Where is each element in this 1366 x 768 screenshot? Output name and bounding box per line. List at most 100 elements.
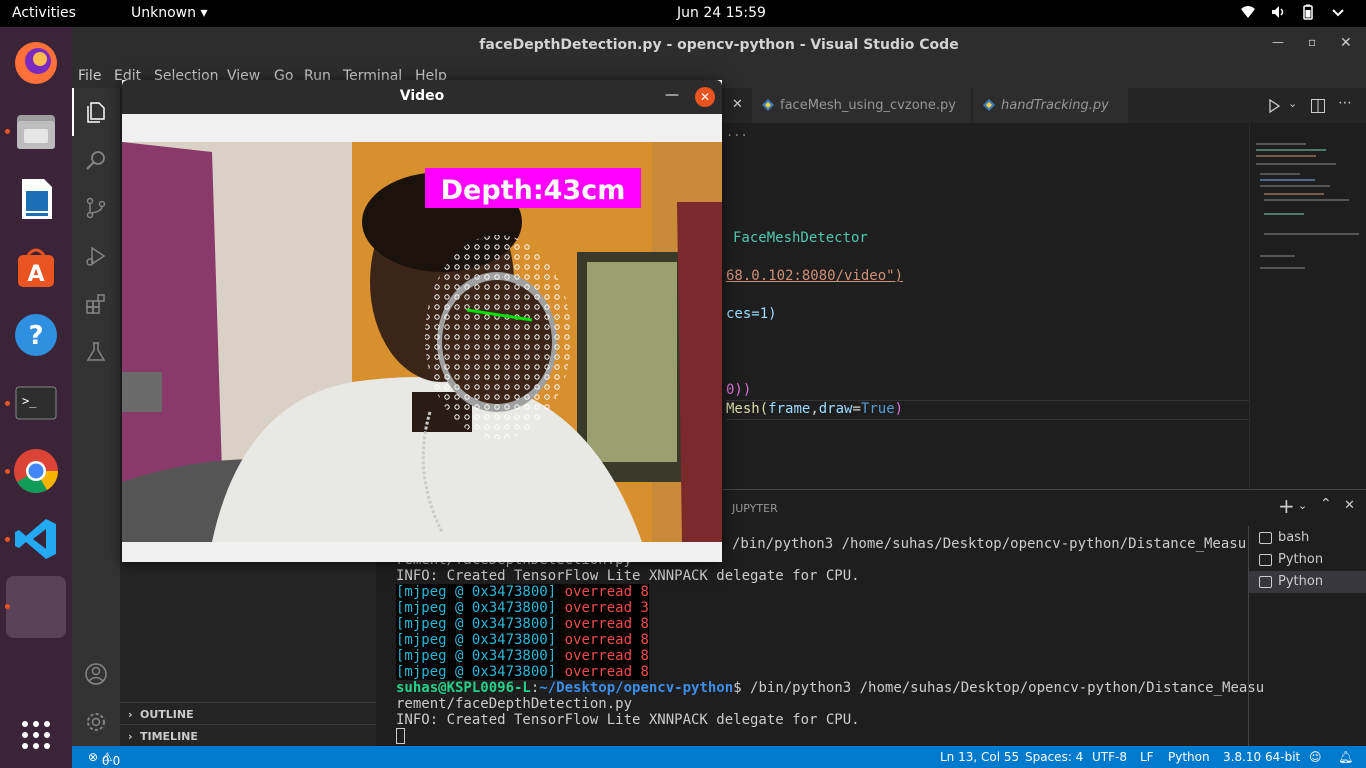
webcam-frame: Depth:43cm	[122, 142, 722, 542]
close-icon[interactable]: ✕	[1340, 35, 1352, 51]
menu-file[interactable]: File	[78, 68, 101, 84]
writer-icon	[22, 179, 52, 219]
tab-handtracking[interactable]: handTracking.py	[973, 88, 1129, 123]
code-line: ces=1)	[726, 306, 777, 322]
tab-label: handTracking.py	[1001, 98, 1109, 113]
timeline-section[interactable]: › TIMELINE	[120, 724, 376, 746]
tab-label: faceMesh_using_cvzone.py	[780, 98, 956, 113]
close-panel-icon[interactable]: ✕	[1344, 498, 1355, 513]
wifi-icon	[1241, 6, 1255, 18]
tab-jupyter[interactable]: JUPYTER	[732, 502, 778, 515]
chevron-down-icon[interactable]: ⌄	[1298, 499, 1307, 512]
minimize-icon[interactable]: —	[665, 87, 679, 103]
terminal-cursor	[396, 728, 405, 744]
terminal-item-active[interactable]: Python	[1249, 571, 1366, 593]
cursor-position[interactable]: Ln 13, Col 55	[940, 750, 1019, 764]
terminal-item[interactable]: bash	[1249, 527, 1366, 549]
python-file-icon	[762, 99, 774, 111]
minimize-icon[interactable]: —	[1272, 35, 1284, 49]
gear-icon[interactable]	[84, 710, 108, 734]
vscode-titlebar[interactable]: faceDepthDetection.py - opencv-python - …	[72, 27, 1366, 64]
add-terminal-icon[interactable]: +	[1278, 494, 1295, 518]
terminal-icon: >_	[15, 386, 57, 420]
svg-text:A: A	[27, 262, 44, 287]
activity-bar	[72, 88, 120, 746]
terminal-icon	[1259, 554, 1272, 566]
terminal-item[interactable]: Python	[1249, 549, 1366, 571]
writer-launcher[interactable]	[8, 171, 64, 227]
tab-facemesh[interactable]: faceMesh_using_cvzone.py	[752, 88, 972, 123]
outline-label: OUTLINE	[140, 708, 194, 721]
search-icon[interactable]	[84, 148, 108, 172]
close-icon[interactable]: ✕	[695, 87, 715, 107]
indentation[interactable]: Spaces: 4	[1025, 750, 1083, 764]
terminal-line: [mjpeg @ 0x3473800] overread 8	[396, 632, 649, 648]
run-debug-icon[interactable]	[84, 244, 108, 268]
explorer-icon[interactable]	[84, 100, 108, 124]
account-icon[interactable]	[84, 662, 108, 686]
run-file-icon[interactable]	[1266, 98, 1282, 114]
terminal-line: [mjpeg @ 0x3473800] overread 8	[396, 648, 649, 664]
vscode-launcher[interactable]	[8, 511, 64, 567]
active-window-launcher[interactable]	[6, 576, 66, 638]
code-line: 68.0.102:8080/video")	[726, 268, 904, 284]
video-window: Video — ✕ Depth:43cm	[122, 80, 722, 562]
ubuntu-dock: A ? >_	[0, 27, 72, 768]
system-tray[interactable]	[1240, 4, 1346, 20]
activities-button[interactable]: Activities	[12, 5, 76, 21]
chrome-launcher[interactable]	[8, 443, 64, 499]
outline-section[interactable]: › OUTLINE	[120, 702, 376, 724]
active-indicator	[72, 88, 74, 136]
svg-text:>_: >_	[22, 394, 37, 408]
problems-indicator[interactable]: ⊗ 0 ⚠ 0	[88, 750, 120, 768]
gnome-top-bar: Activities Unknown ▾ Jun 24 15:59	[0, 0, 1366, 27]
running-indicator	[5, 604, 10, 609]
terminal-launcher[interactable]: >_	[8, 375, 64, 431]
show-apps-button[interactable]	[8, 707, 64, 763]
grid-icon	[22, 721, 50, 749]
terminal-icon	[1259, 576, 1272, 588]
split-editor-icon[interactable]	[1310, 98, 1326, 114]
clock[interactable]: Jun 24 15:59	[677, 5, 766, 21]
status-bar: ⊗ 0 ⚠ 0 Ln 13, Col 55 Spaces: 4 UTF-8 LF…	[72, 746, 1366, 768]
terminal-line: [mjpeg @ 0x3473800] overread 8	[396, 664, 649, 680]
terminal-icon	[1259, 532, 1272, 544]
help-launcher[interactable]: ?	[8, 307, 64, 363]
chevron-down-icon[interactable]: ⌄	[1288, 97, 1297, 110]
webcam-image: Depth:43cm	[122, 142, 722, 542]
volume-icon	[1272, 6, 1284, 18]
video-titlebar[interactable]: Video — ✕	[122, 80, 722, 114]
close-tab-icon[interactable]: ✕	[732, 97, 743, 112]
files-launcher[interactable]	[8, 103, 64, 159]
code-line-current: Mesh(frame,draw=True)	[726, 401, 904, 417]
end-of-line[interactable]: LF	[1140, 750, 1154, 764]
caret-down-icon: ▾	[200, 5, 208, 21]
breadcrumb-ellipsis[interactable]: ...	[726, 125, 748, 139]
bell-icon[interactable]: 🔔︎	[1338, 750, 1353, 764]
python-interpreter[interactable]: 3.8.10 64-bit	[1223, 750, 1300, 764]
extensions-icon[interactable]	[84, 292, 108, 316]
minimap[interactable]	[1249, 123, 1366, 489]
maximize-icon[interactable]: ▫	[1308, 35, 1316, 49]
help-icon: ?	[15, 314, 57, 356]
source-control-icon[interactable]	[84, 196, 108, 220]
terminal-line: INFO: Created TensorFlow Lite XNNPACK de…	[396, 568, 860, 584]
more-actions-icon[interactable]: ⋯	[1338, 95, 1352, 111]
terminal-line: rement/faceDepthDetection.py	[396, 696, 633, 712]
terminal-list: bash Python Python	[1248, 526, 1366, 747]
encoding[interactable]: UTF-8	[1092, 750, 1127, 764]
language-mode[interactable]: Python	[1168, 750, 1210, 764]
chrome-icon	[14, 449, 58, 493]
firefox-icon	[15, 42, 57, 84]
terminal-line: /bin/python3 /home/suhas/Desktop/opencv-…	[732, 536, 1247, 552]
files-icon	[17, 115, 55, 149]
battery-icon	[1303, 4, 1313, 20]
firefox-launcher[interactable]	[8, 35, 64, 91]
testing-icon[interactable]	[84, 340, 108, 364]
feedback-icon[interactable]: ☺	[1309, 750, 1322, 764]
maximize-panel-icon[interactable]: ⌃	[1320, 496, 1332, 512]
software-launcher[interactable]: A	[8, 239, 64, 295]
app-menu-label: Unknown	[131, 5, 196, 21]
vscode-icon	[15, 519, 56, 559]
app-menu[interactable]: Unknown ▾	[131, 5, 207, 21]
